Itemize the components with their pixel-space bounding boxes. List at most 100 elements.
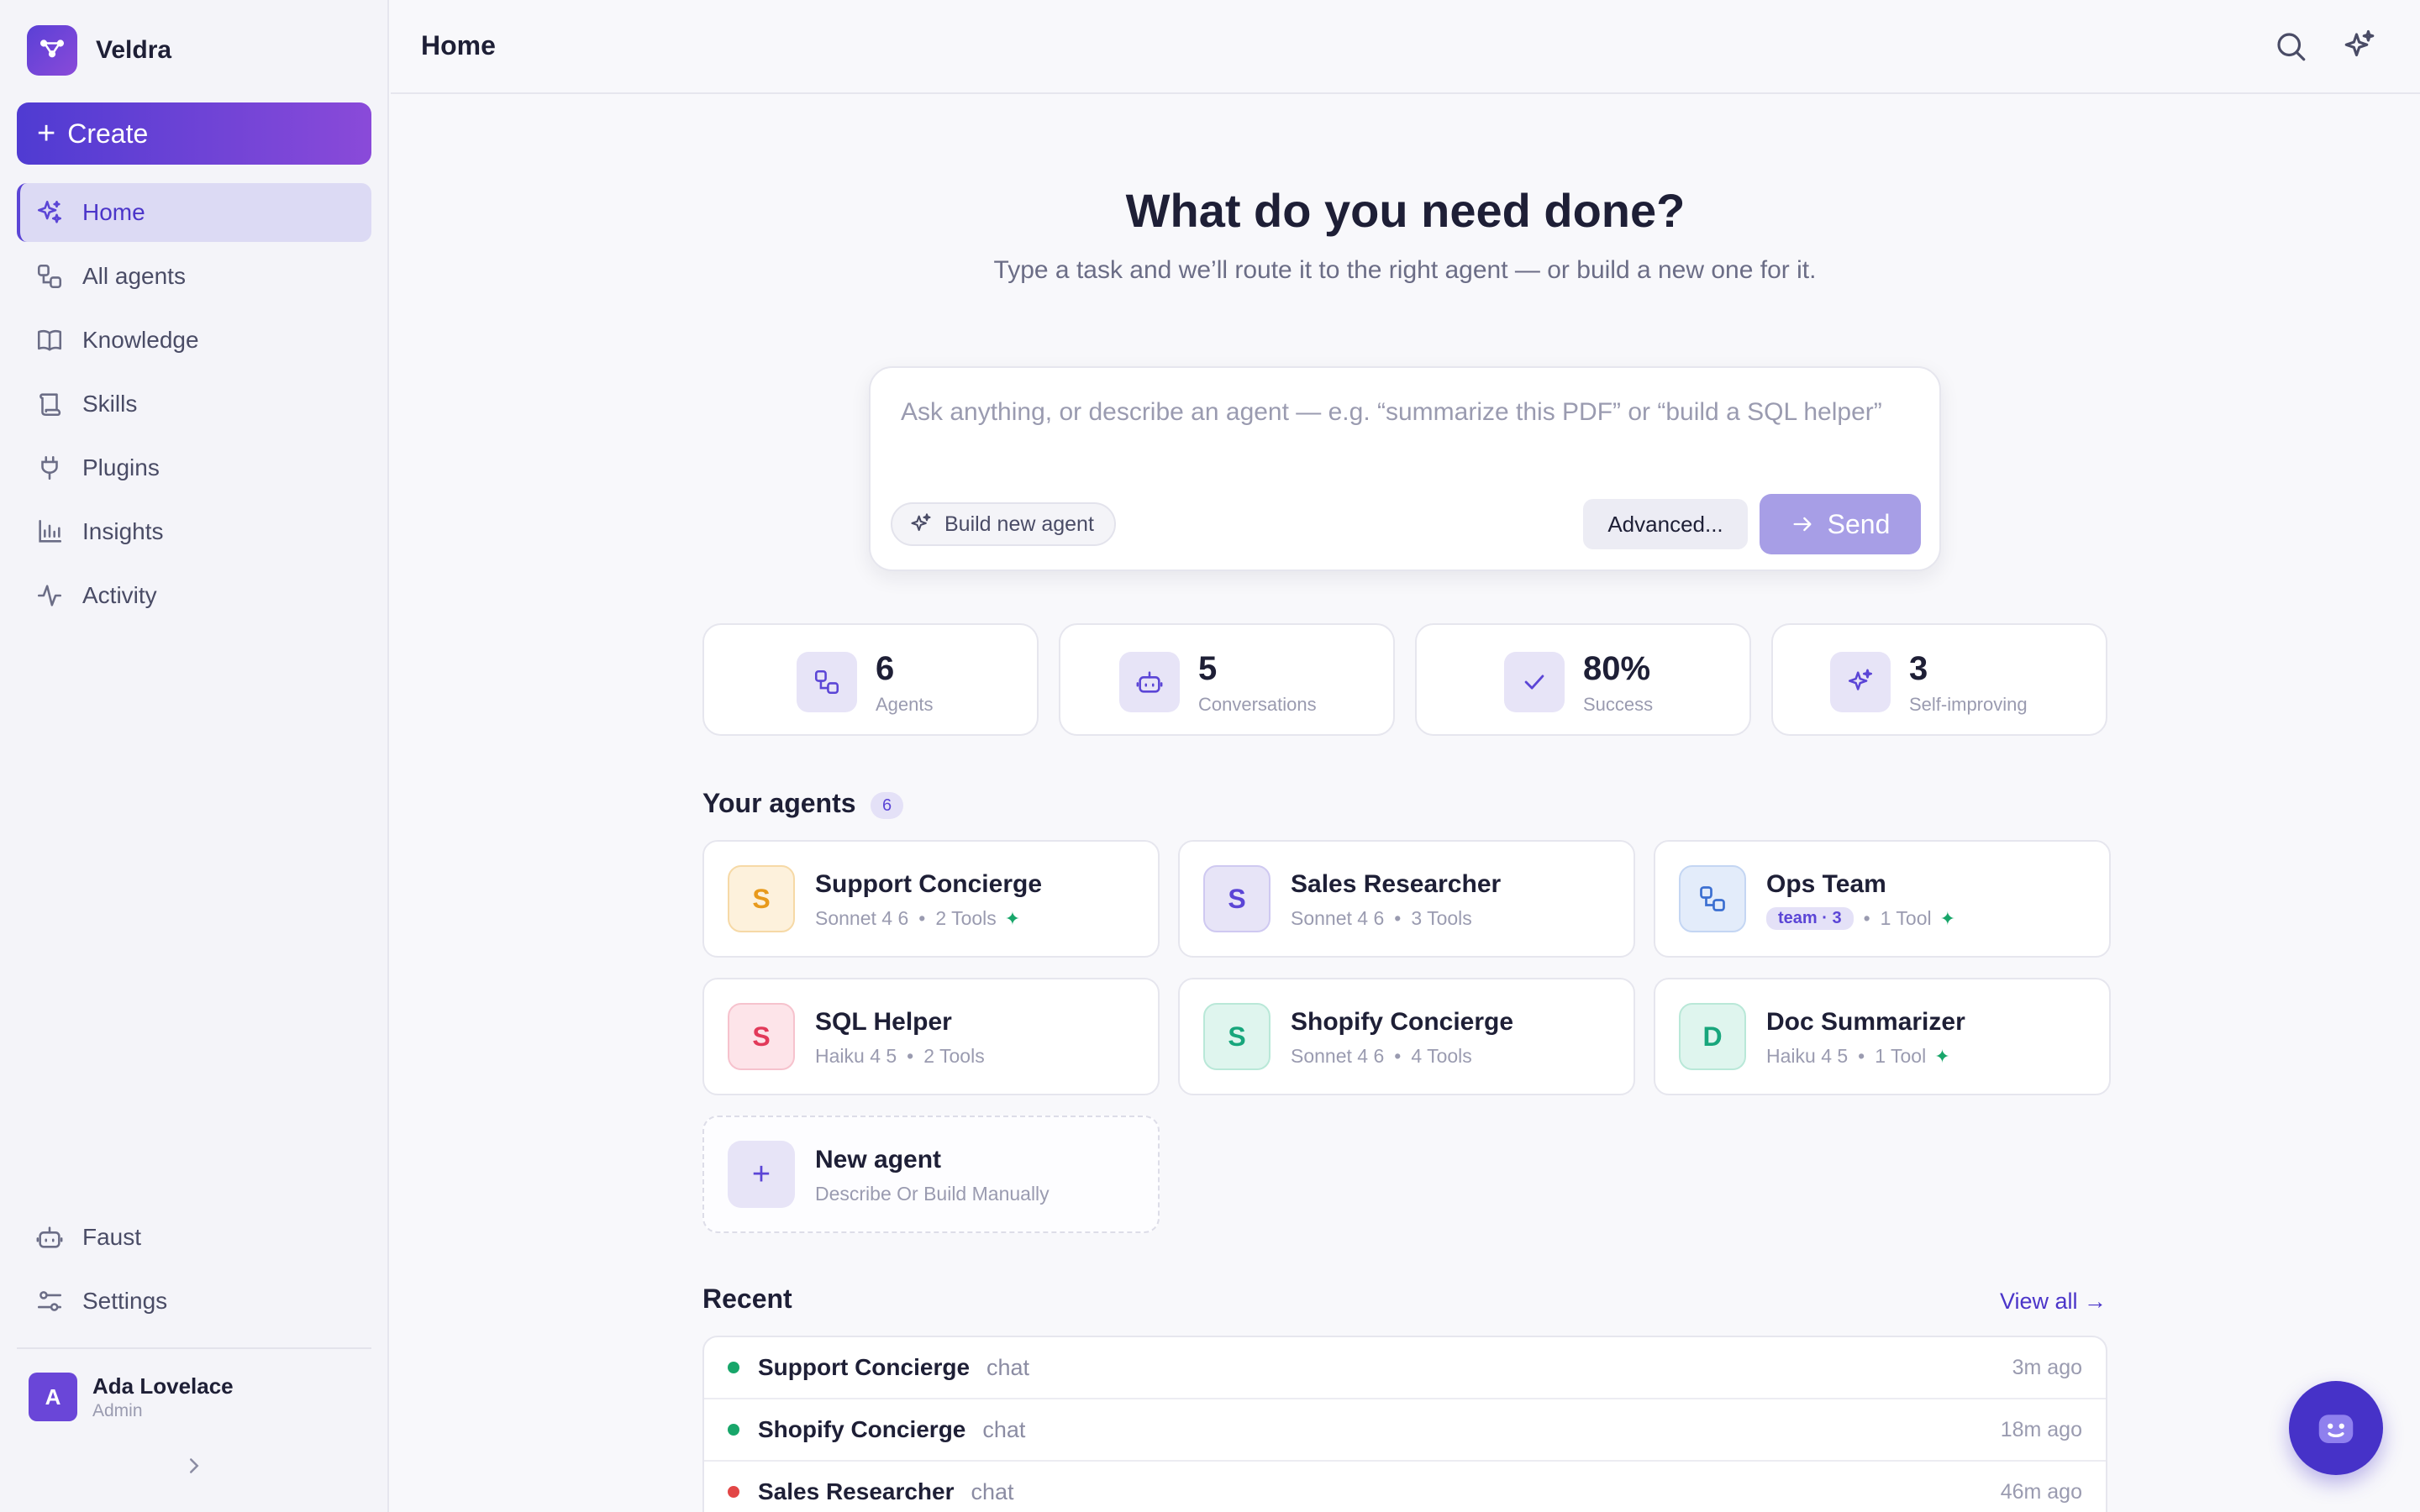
agent-card-sales-researcher[interactable]: S Sales Researcher Sonnet 4 6 • 3 Tools: [1178, 840, 1635, 958]
recent-time: 3m ago: [2012, 1355, 2082, 1379]
new-agent-subtitle: Describe Or Build Manually: [815, 1183, 1050, 1205]
agent-name: Shopify Concierge: [1291, 1008, 1514, 1036]
scroll-icon: [39, 393, 61, 417]
recent-kind: chat: [971, 1478, 1014, 1504]
view-all-link[interactable]: View all →: [2000, 1289, 2107, 1315]
sidebar-bottom-nav: Faust Settings: [17, 1208, 371, 1336]
agent-card-support-concierge[interactable]: S Support Concierge Sonnet 4 6 • 2 Tools ✦: [702, 840, 1160, 958]
user-name: Ada Lovelace: [92, 1373, 234, 1399]
brand[interactable]: Veldra: [27, 25, 171, 76]
sidebar-item-activity[interactable]: Activity: [17, 566, 371, 625]
agent-tools: 2 Tools: [935, 907, 997, 929]
recent-time: 18m ago: [2000, 1417, 2082, 1441]
sparkles-icon: [911, 513, 931, 532]
stat-label: Self-improving: [1909, 694, 2028, 715]
sparkles-icon: [1830, 652, 1891, 712]
search-button[interactable]: [2273, 29, 2308, 64]
list-item[interactable]: Support Concierge chat 3m ago: [704, 1337, 2106, 1399]
agent-meta: Sonnet 4 6 • 4 Tools: [1291, 1045, 1472, 1068]
build-new-agent-button[interactable]: Build new agent: [891, 502, 1116, 546]
sparkles-icon: [2344, 29, 2375, 57]
sidebar-nav: Home All agents Knowledge Skills Plugins…: [17, 183, 371, 630]
recent-time: 46m ago: [2000, 1479, 2082, 1504]
status-dot: [728, 1424, 739, 1436]
user-profile[interactable]: A Ada Lovelace Admin: [29, 1373, 234, 1421]
bot-icon: [36, 1226, 63, 1248]
sidebar-divider: [17, 1347, 371, 1349]
plus-icon: +: [728, 1141, 795, 1208]
sidebar-item-faust[interactable]: Faust: [17, 1208, 371, 1267]
sidebar-item-settings[interactable]: Settings: [17, 1272, 371, 1331]
send-label: Send: [1827, 508, 1891, 539]
create-button[interactable]: + Create: [17, 102, 371, 165]
sidebar-item-plugins[interactable]: Plugins: [17, 438, 371, 497]
recent-kind: chat: [986, 1354, 1030, 1380]
sidebar-item-skills[interactable]: Skills: [17, 375, 371, 433]
page-title: Home: [421, 30, 496, 60]
agent-card-doc-summarizer[interactable]: D Doc Summarizer Haiku 4 5 • 1 Tool ✦: [1654, 978, 2111, 1095]
separator: •: [907, 1045, 914, 1067]
assistant-fab-button[interactable]: [2289, 1381, 2383, 1475]
recent-list: Support Concierge chat 3m ago Shopify Co…: [702, 1336, 2107, 1512]
send-button[interactable]: Send: [1760, 494, 1921, 554]
collapse-sidebar-button[interactable]: [182, 1453, 207, 1478]
agent-meta: team · 3 • 1 Tool ✦: [1766, 907, 1955, 930]
sidebar-item-label: Skills: [82, 391, 138, 417]
sidebar-item-home[interactable]: Home: [17, 183, 371, 242]
agents-count-badge: 6: [871, 792, 904, 819]
team-icon: [1679, 865, 1746, 932]
separator: •: [1858, 1045, 1865, 1067]
activity-icon: [37, 585, 62, 606]
advanced-button[interactable]: Advanced...: [1583, 499, 1748, 549]
task-input[interactable]: Ask anything, or describe an agent — e.g…: [901, 398, 1909, 427]
self-improving-icon: ✦: [1934, 1045, 1950, 1067]
status-dot: [728, 1362, 739, 1373]
sidebar-item-insights[interactable]: Insights: [17, 502, 371, 561]
agent-name: SQL Helper: [815, 1008, 952, 1036]
agent-model: Sonnet 4 6: [1291, 1045, 1385, 1067]
stat-card-agents: 6 Agents: [702, 623, 1039, 736]
sidebar-item-label: Knowledge: [82, 327, 199, 353]
agent-card-ops-team[interactable]: Ops Team team · 3 • 1 Tool ✦: [1654, 840, 2111, 958]
agent-card-shopify-concierge[interactable]: S Shopify Concierge Sonnet 4 6 • 4 Tools: [1178, 978, 1635, 1095]
sidebar-item-label: All agents: [82, 263, 186, 289]
stat-value: 80%: [1583, 650, 1651, 687]
new-agent-card[interactable]: + New agent Describe Or Build Manually: [702, 1116, 1160, 1233]
list-item[interactable]: Sales Researcher chat 46m ago: [704, 1462, 2106, 1512]
create-button-label: Create: [67, 118, 149, 149]
top-bar: Home: [391, 0, 2420, 94]
agent-tools: 1 Tool: [1880, 907, 1932, 929]
arrow-right-icon: [1793, 517, 1812, 532]
assistant-button[interactable]: [2342, 29, 2377, 64]
self-improving-icon: ✦: [1939, 907, 1956, 929]
sidebar-item-all-agents[interactable]: All agents: [17, 247, 371, 306]
avatar: A: [29, 1373, 77, 1421]
recent-agent-name: Shopify Concierge: [758, 1416, 966, 1442]
bar-chart-icon: [39, 519, 62, 543]
recent-section-title: Recent: [702, 1284, 792, 1314]
sidebar-item-label: Plugins: [82, 454, 160, 480]
agent-name: Support Concierge: [815, 870, 1043, 898]
recent-kind: chat: [982, 1416, 1026, 1442]
user-role: Admin: [92, 1400, 143, 1420]
sidebar-item-label: Activity: [82, 582, 157, 608]
list-item[interactable]: Shopify Concierge chat 18m ago: [704, 1399, 2106, 1462]
agent-avatar: S: [728, 1003, 795, 1070]
stat-card-success: 80% Success: [1415, 623, 1751, 736]
stat-card-conversations: 5 Conversations: [1059, 623, 1395, 736]
search-icon: [2277, 33, 2306, 61]
agent-meta: Haiku 4 5 • 1 Tool ✦: [1766, 1045, 1950, 1068]
separator: •: [1394, 907, 1402, 929]
check-icon: [1504, 652, 1565, 712]
hero-subtitle: Type a task and we’ll route it to the ri…: [993, 256, 1817, 284]
sidebar-item-knowledge[interactable]: Knowledge: [17, 311, 371, 370]
plug-icon: [41, 455, 58, 480]
agent-card-sql-helper[interactable]: S SQL Helper Haiku 4 5 • 2 Tools: [702, 978, 1160, 1095]
agents-icon: [797, 652, 857, 712]
stat-label: Conversations: [1198, 694, 1317, 715]
agent-tools: 1 Tool: [1875, 1045, 1927, 1067]
agent-name: Ops Team: [1766, 870, 1886, 898]
agent-avatar: D: [1679, 1003, 1746, 1070]
agent-avatar: S: [1203, 865, 1270, 932]
stat-label: Success: [1583, 694, 1654, 715]
